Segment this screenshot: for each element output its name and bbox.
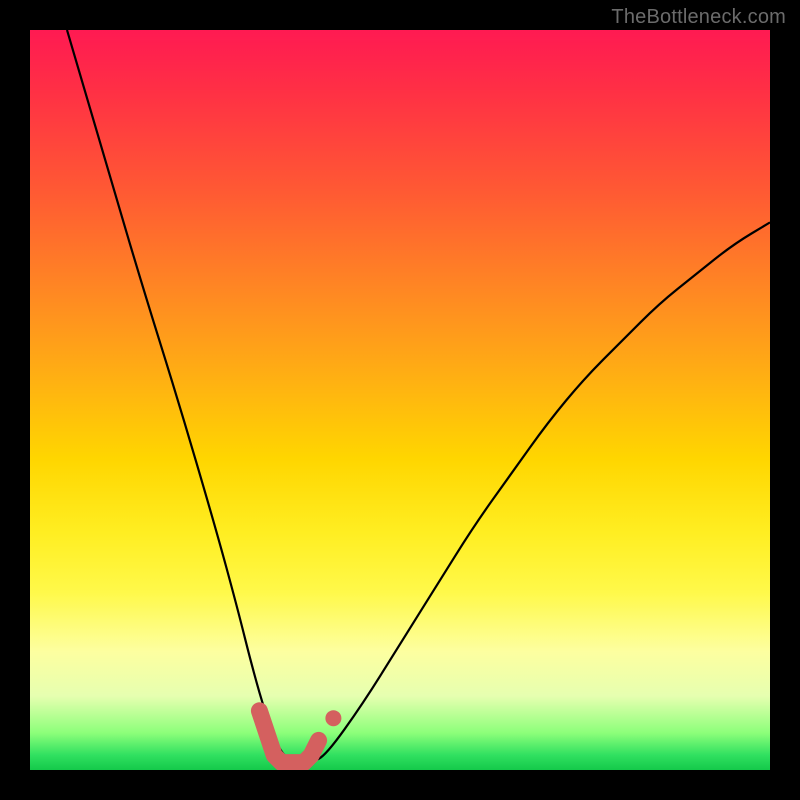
chart-plot-area: [30, 30, 770, 770]
highlight-marker-line: [259, 711, 318, 763]
chart-frame: TheBottleneck.com: [0, 0, 800, 800]
chart-svg: [30, 30, 770, 770]
bottleneck-curve: [67, 30, 770, 763]
highlight-marker-dot: [325, 710, 341, 726]
watermark-text: TheBottleneck.com: [611, 6, 786, 29]
